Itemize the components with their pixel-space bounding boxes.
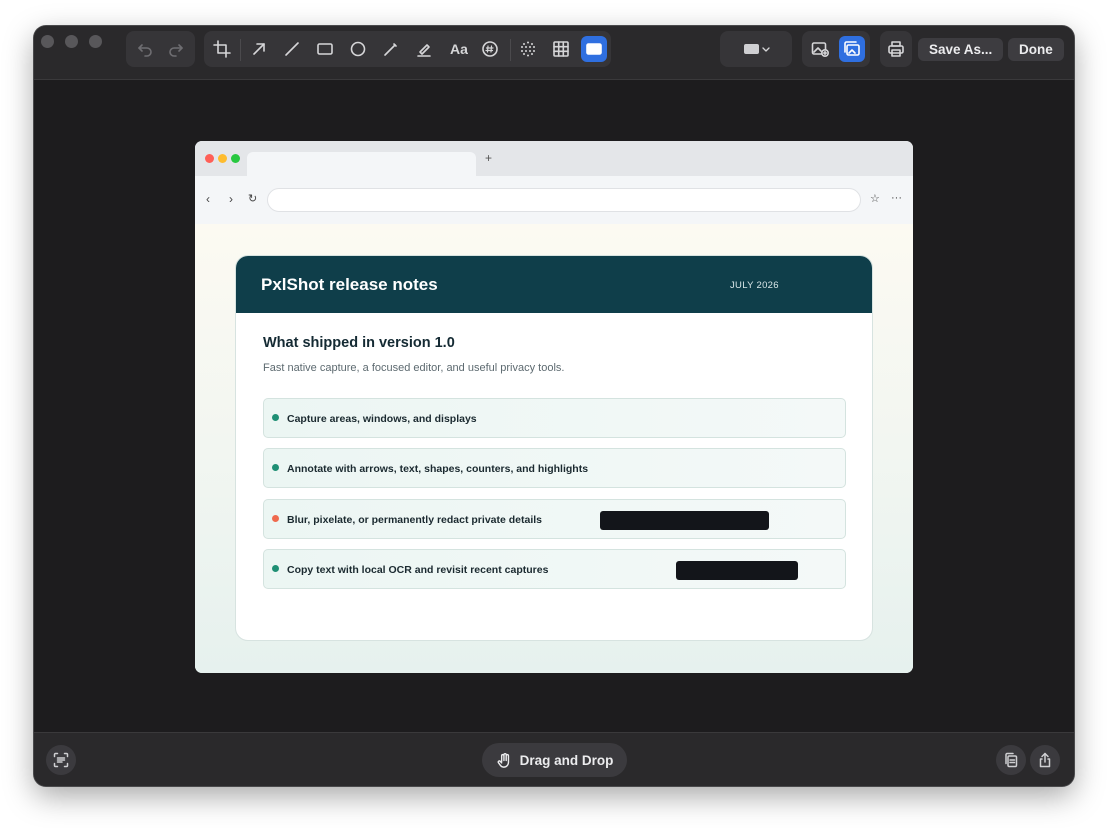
- color-swatch-icon: [744, 44, 770, 54]
- feature-text: Blur, pixelate, or permanently redact pr…: [287, 514, 543, 526]
- line-tool[interactable]: [279, 36, 305, 62]
- browser-tab: [247, 152, 476, 176]
- pixelate-icon: [553, 41, 569, 57]
- blur-tool[interactable]: [515, 36, 541, 62]
- crop-tool[interactable]: [209, 36, 235, 62]
- bookmark-star-icon: ☆: [870, 193, 880, 205]
- feature-text: Annotate with arrows, text, shapes, coun…: [287, 463, 589, 475]
- reload-icon: ↻: [248, 193, 258, 205]
- text-tool[interactable]: Aa: [444, 36, 474, 62]
- color-picker-button[interactable]: [736, 36, 778, 62]
- print-group: [880, 31, 912, 67]
- done-button[interactable]: Done: [1008, 38, 1064, 61]
- bullet-icon: [272, 515, 279, 522]
- browser-close-dot: [205, 154, 214, 163]
- bullet-icon: [272, 414, 279, 421]
- feature-text: Capture areas, windows, and displays: [287, 413, 477, 425]
- redact-tool[interactable]: [581, 36, 607, 62]
- pen-tool[interactable]: [378, 36, 404, 62]
- close-window-button[interactable]: [41, 35, 54, 48]
- minimize-window-button[interactable]: [65, 35, 78, 48]
- share-icon: [1039, 752, 1051, 768]
- rectangle-tool[interactable]: [312, 36, 338, 62]
- screenshot-canvas[interactable]: + ‹ › ↻ ☆ ··· PxlShot release notes JULY…: [195, 141, 913, 673]
- feature-item: Annotate with arrows, text, shapes, coun…: [263, 448, 846, 488]
- undo-button[interactable]: [132, 36, 158, 62]
- card-header: PxlShot release notes JULY 2026: [236, 256, 872, 313]
- color-group: [720, 31, 792, 67]
- browser-page: PxlShot release notes JULY 2026 What shi…: [195, 224, 913, 673]
- ocr-button[interactable]: [46, 745, 76, 775]
- counter-icon: [482, 41, 498, 57]
- copy-icon: [1005, 752, 1018, 768]
- arrow-icon: [253, 43, 265, 55]
- highlighter-tool[interactable]: [411, 36, 437, 62]
- feature-item: Blur, pixelate, or permanently redact pr…: [263, 499, 846, 539]
- browser-minimize-dot: [218, 154, 227, 163]
- card-title: PxlShot release notes: [261, 275, 438, 294]
- history-group: [126, 31, 195, 67]
- pen-icon: [384, 43, 397, 56]
- share-button[interactable]: [1030, 745, 1060, 775]
- browser-zoom-dot: [231, 154, 240, 163]
- card-date: JULY 2026: [730, 280, 779, 291]
- line-icon: [285, 42, 299, 56]
- rectangle-icon: [317, 43, 333, 55]
- highlighter-icon: [417, 44, 431, 57]
- redaction-box[interactable]: [676, 561, 798, 580]
- editor-window: Aa Save As... Done + ‹ › ↻ ☆ ··· PxlShot…: [34, 26, 1074, 786]
- browser-navbar: ‹ › ↻ ☆ ···: [195, 176, 913, 224]
- text-recognition-icon: [53, 752, 69, 768]
- feature-item: Capture areas, windows, and displays: [263, 398, 846, 438]
- save-as-button[interactable]: Save As...: [918, 38, 1004, 61]
- tools-group: Aa: [204, 31, 611, 67]
- ellipse-icon: [350, 41, 366, 57]
- feature-item: Copy text with local OCR and revisit rec…: [263, 549, 846, 589]
- section-subtitle: Fast native capture, a focused editor, a…: [263, 362, 565, 374]
- feature-text: Copy text with local OCR and revisit rec…: [287, 564, 549, 576]
- copy-frame-icon: [844, 41, 860, 56]
- toolbar-divider: [240, 39, 241, 61]
- browser-tabbar: +: [195, 141, 913, 176]
- crop-icon: [213, 40, 231, 58]
- drag-and-drop-button[interactable]: Drag and Drop: [482, 743, 627, 777]
- print-icon: [888, 41, 904, 57]
- more-icon: ···: [891, 192, 902, 204]
- redaction-box[interactable]: [600, 511, 769, 530]
- redo-icon: [169, 44, 183, 57]
- hand-drag-icon: [497, 752, 509, 768]
- print-button[interactable]: [883, 36, 909, 62]
- section-heading: What shipped in version 1.0: [263, 335, 455, 351]
- ellipse-tool[interactable]: [345, 36, 371, 62]
- toolbar-divider: [510, 39, 511, 61]
- arrow-tool[interactable]: [246, 36, 272, 62]
- frame-group: [802, 31, 870, 67]
- bottom-bar: Drag and Drop: [34, 732, 1074, 786]
- background-icon: [811, 42, 829, 57]
- undo-icon: [138, 44, 152, 57]
- address-bar: [267, 188, 861, 212]
- redo-button[interactable]: [163, 36, 189, 62]
- zoom-window-button[interactable]: [89, 35, 102, 48]
- blur-icon: [521, 41, 535, 57]
- bullet-icon: [272, 464, 279, 471]
- drag-and-drop-label: Drag and Drop: [519, 752, 614, 768]
- new-tab-icon: +: [485, 151, 493, 165]
- bullet-icon: [272, 565, 279, 572]
- pixelate-tool[interactable]: [548, 36, 574, 62]
- copy-button[interactable]: [996, 745, 1026, 775]
- background-button[interactable]: [807, 36, 833, 62]
- release-notes-card: PxlShot release notes JULY 2026 What shi…: [235, 255, 873, 641]
- redact-icon: [586, 43, 602, 55]
- forward-icon: ›: [229, 192, 233, 206]
- counter-tool[interactable]: [477, 36, 503, 62]
- toolbar: Aa Save As... Done: [34, 26, 1074, 80]
- copy-frame-button[interactable]: [839, 36, 865, 62]
- back-icon: ‹: [206, 192, 210, 206]
